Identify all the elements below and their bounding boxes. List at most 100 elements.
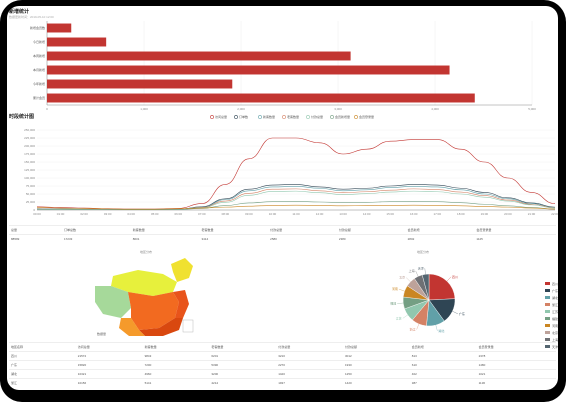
- region-cell: 浙江: [9, 378, 76, 388]
- pie-legend-item[interactable]: 四川: [544, 280, 558, 287]
- pie-legend-label: 上海: [551, 337, 558, 342]
- line-x-tick: 00:00: [33, 212, 41, 216]
- summary-value-cell: 2380: [336, 234, 406, 244]
- pie-legend-item[interactable]: 福建: [544, 315, 558, 322]
- region-cell: 7200: [142, 360, 210, 370]
- line-x-tick: 11:00: [292, 212, 300, 216]
- pie-legend-item[interactable]: 河南: [544, 322, 558, 329]
- pie-legend-item[interactable]: 北京: [544, 329, 558, 336]
- summary-header-cell: 订单总数: [61, 225, 131, 235]
- bar: [47, 37, 107, 47]
- region-cell: 1930: [342, 360, 410, 370]
- region-cell: 813: [409, 351, 477, 361]
- line-legend-marker: [258, 115, 262, 119]
- dashboard-screen: 新增统计 数据更新时间：2019-05-10 12:00 0 1,000 2,000…: [7, 6, 558, 390]
- pie-legend-swatch: [544, 317, 550, 320]
- region-cell: 1420: [276, 369, 343, 379]
- line-x-tick: 22:00: [551, 212, 558, 216]
- china-map[interactable]: [93, 256, 203, 338]
- region-cell: 4214: [209, 378, 277, 388]
- pie-leader-line: [446, 276, 452, 282]
- region-cell: 2270: [276, 360, 343, 370]
- region-cell: 5141: [142, 378, 210, 388]
- line-y-tick: 225,000: [24, 136, 35, 140]
- line-x-tick: 07:00: [198, 212, 206, 216]
- summary-table: 总量 订单总数 新客数量 老客数量 付款总量 付款总额 会员新增 会员登录量 88599 1723…: [9, 225, 556, 244]
- line-y-tick: 150,000: [24, 160, 35, 164]
- pie-slice-label: 浙江: [410, 327, 416, 332]
- line-x-tick: 04:00: [127, 212, 135, 216]
- summary-header-cell: 付款总额: [336, 225, 406, 235]
- bar-category-label: 本周新增: [33, 53, 45, 58]
- region-cell: 1480: [476, 360, 556, 370]
- region-cell: 湖北: [9, 369, 76, 379]
- region-cell: 3200: [209, 369, 277, 379]
- region-cell: 1136: [476, 378, 556, 388]
- bar-category-label: 累计会员: [33, 95, 45, 100]
- line-legend-marker: [330, 115, 334, 119]
- line-legend-label: 付款总量: [311, 114, 323, 119]
- pie-legend-item[interactable]: 浙江: [544, 301, 558, 308]
- pie-legend-item[interactable]: 江苏: [544, 308, 558, 315]
- table-row: 四川 21572 9843 6201 3210 3012 813 2378: [9, 351, 556, 361]
- pie-slice-label: 四川: [452, 275, 458, 279]
- pie-leader-line: [402, 314, 408, 319]
- pie-legend: 四川 广东 湖北 浙江 江苏 福建 河南 北京 上海 天津: [544, 280, 558, 350]
- line-legend-label: 访问总量: [215, 114, 227, 119]
- line-legend-label: 新客数量: [263, 114, 275, 119]
- summary-value-cell: 2802: [405, 234, 475, 244]
- line-y-tick: 125,000: [24, 168, 35, 172]
- pie-legend-swatch: [544, 303, 550, 306]
- line-x-tick: 09:00: [245, 212, 253, 216]
- table-row: 湖北 10321 4960 3200 1420 1250 402 1021: [9, 369, 556, 379]
- region-cell: 3012: [342, 351, 410, 361]
- line-legend-label: 订单数: [239, 114, 248, 119]
- summary-header-cell: 会员新增: [405, 225, 475, 235]
- region-cell: 广东: [9, 360, 76, 370]
- pie-slice-label: 广东: [459, 311, 465, 316]
- region-header-cell: 新客数量: [142, 342, 210, 352]
- line-x-tick: 21:00: [528, 212, 536, 216]
- bar-category-label: 今年新增: [33, 81, 45, 86]
- region-cell: 610: [409, 360, 477, 370]
- line-legend-marker: [210, 115, 214, 119]
- line-x-tick: 10:00: [269, 212, 277, 216]
- pie-legend-swatch: [544, 289, 550, 292]
- region-cell: 5390: [209, 360, 277, 370]
- bar: [47, 65, 450, 75]
- summary-header-cell: 新客数量: [130, 225, 200, 235]
- map-region-northeast: [171, 258, 193, 282]
- line-legend-marker: [282, 115, 286, 119]
- map-legend: 数据量: [97, 332, 107, 336]
- region-header-cell: 地区名称: [9, 342, 76, 352]
- pie-leader-line: [398, 288, 405, 292]
- region-header-cell: 付款总量: [276, 342, 343, 352]
- bar: [47, 79, 233, 89]
- line-x-tick: 06:00: [175, 212, 183, 216]
- region-cell: 387: [409, 378, 477, 388]
- pie-legend-swatch: [544, 310, 550, 313]
- summary-value-cell: 2580: [268, 234, 337, 244]
- member-bar-chart: 0 1,000 2,000 3,000 4,000 5,000新增会员数今日新增本周新增本…: [30, 21, 536, 111]
- hourly-line-chart: 访问总量 订单数 新客数量 老客数量 付款总量 会员新增量 会员登录量 250,000 225,…: [24, 114, 558, 216]
- pie-legend-label: 福建: [551, 316, 558, 321]
- table-row: 浙江 10156 5141 4214 1937 1420 387 1136: [9, 378, 556, 388]
- pie-legend-item[interactable]: 广东: [544, 287, 558, 294]
- table-row: 广东 15820 7200 5390 2270 1930 610 1480: [9, 360, 556, 370]
- pie-legend-item[interactable]: 湖北: [544, 294, 558, 301]
- line-x-tick: 19:00: [481, 212, 489, 216]
- region-header-cell: 付款总额: [342, 342, 410, 352]
- line-x-tick: 05:00: [151, 212, 159, 216]
- device-frame: 新增统计 数据更新时间：2019-05-10 12:00 0 1,000 2,000…: [0, 0, 566, 402]
- line-y-tick: 175,000: [24, 152, 35, 156]
- line-x-tick: 14:00: [363, 212, 371, 216]
- line-legend-label: 会员登录量: [359, 114, 374, 119]
- line-legend-marker: [234, 115, 238, 119]
- pie-leader-line: [435, 325, 438, 331]
- region-cell: 1021: [476, 369, 556, 379]
- pie-legend-label: 四川: [551, 281, 558, 286]
- region-cell: 4960: [142, 369, 210, 379]
- pie-slice-label: 北京: [399, 275, 405, 280]
- line-y-tick: 50,000: [26, 192, 36, 196]
- pie-leader-line: [415, 270, 419, 277]
